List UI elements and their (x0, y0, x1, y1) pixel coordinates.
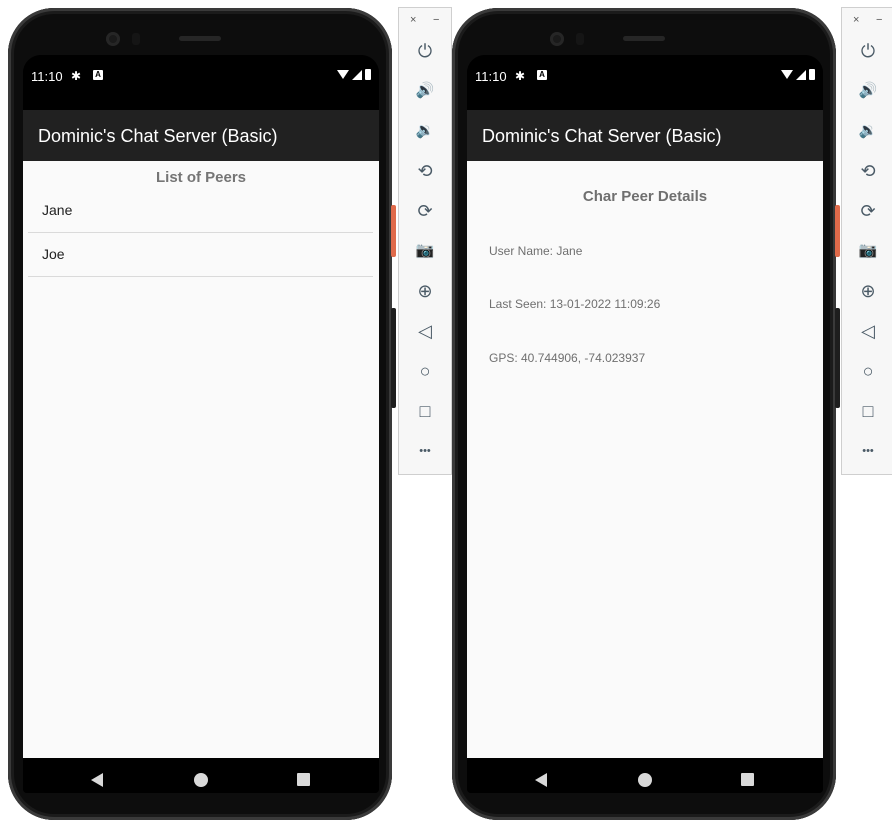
wifi-icon (337, 70, 349, 79)
a-badge-icon: A (93, 70, 103, 80)
app-title: Dominic's Chat Server (Basic) (38, 126, 278, 146)
nav-back-icon[interactable] (91, 773, 103, 787)
signal-icon (796, 69, 806, 80)
volume-down-icon[interactable]: 🔉 (842, 118, 892, 144)
peer-name: Jane (42, 202, 73, 218)
battery-icon (365, 69, 371, 80)
front-camera (106, 32, 120, 46)
zoom-icon[interactable]: ⊕ (842, 278, 892, 304)
a-badge-icon: A (537, 70, 547, 80)
settings-icon: ✱ (515, 69, 526, 83)
volume-down-icon[interactable]: 🔉 (399, 118, 451, 144)
back-icon[interactable]: ◁ (399, 318, 451, 344)
volume-up-icon[interactable]: 🔊 (399, 78, 451, 104)
status-time: 11:10 (475, 69, 507, 84)
volume-side-button[interactable] (835, 308, 840, 408)
wifi-icon (781, 70, 793, 79)
emulator-toolbar-left: × − ⏻ 🔊 🔉 ⟲ ⟳ 📷 ⊕ ◁ ○ □ ••• (398, 7, 452, 475)
home-icon[interactable]: ○ (399, 358, 451, 384)
gps-label: GPS: 40.744906, -74.023937 (489, 351, 646, 365)
earpiece-speaker (623, 36, 665, 41)
user-name-label: User Name: Jane (489, 244, 583, 258)
right-screen: 11:10 ✱ A Dominic's Chat Server (Basic) … (467, 55, 823, 793)
last-seen-label: Last Seen: 13-01-2022 11:09:26 (489, 297, 661, 311)
overview-icon[interactable]: □ (842, 398, 892, 424)
proximity-sensor (132, 33, 140, 45)
left-phone-frame: 11:10 ✱ A Dominic's Chat Server (Basic) … (8, 8, 396, 820)
volume-side-button[interactable] (391, 308, 396, 408)
right-phone-frame: 11:10 ✱ A Dominic's Chat Server (Basic) … (452, 8, 840, 820)
more-icon[interactable]: ••• (842, 438, 892, 464)
rotate-left-icon[interactable]: ⟲ (842, 158, 892, 184)
rotate-right-icon[interactable]: ⟳ (842, 198, 892, 224)
power-icon[interactable]: ⏻ (842, 38, 892, 64)
rotate-right-icon[interactable]: ⟳ (399, 198, 451, 224)
nav-back-icon[interactable] (535, 773, 547, 787)
power-side-button[interactable] (835, 205, 840, 257)
back-icon[interactable]: ◁ (842, 318, 892, 344)
status-time: 11:10 (31, 69, 63, 84)
peer-name: Joe (42, 246, 65, 262)
status-bar: 11:10 ✱ A (23, 55, 379, 110)
close-icon[interactable]: × (853, 14, 859, 26)
app-bar: Dominic's Chat Server (Basic) (23, 110, 379, 161)
left-screen: 11:10 ✱ A Dominic's Chat Server (Basic) … (23, 55, 379, 793)
power-icon[interactable]: ⏻ (399, 38, 451, 64)
peer-list-item[interactable]: Jane (28, 188, 373, 233)
status-bar: 11:10 ✱ A (467, 55, 823, 110)
more-icon[interactable]: ••• (399, 438, 451, 464)
home-icon[interactable]: ○ (842, 358, 892, 384)
details-header: Char Peer Details (582, 188, 708, 205)
minimize-icon[interactable]: − (433, 14, 439, 26)
nav-recents-icon[interactable] (297, 773, 310, 786)
power-side-button[interactable] (391, 205, 396, 257)
peers-list-page: List of Peers Jane Joe (23, 161, 379, 758)
app-title: Dominic's Chat Server (Basic) (482, 126, 722, 146)
nav-home-icon[interactable] (194, 773, 208, 787)
nav-recents-icon[interactable] (741, 773, 754, 786)
peer-details-page: Char Peer Details User Name: Jane Last S… (467, 161, 823, 758)
close-icon[interactable]: × (410, 14, 416, 26)
battery-icon (809, 69, 815, 80)
navigation-bar (23, 758, 379, 793)
earpiece-speaker (179, 36, 221, 41)
minimize-icon[interactable]: − (876, 14, 882, 26)
front-camera (550, 32, 564, 46)
peer-list-item[interactable]: Joe (28, 232, 373, 277)
emulator-toolbar-right: × − ⏻ 🔊 🔉 ⟲ ⟳ 📷 ⊕ ◁ ○ □ ••• (841, 7, 892, 475)
proximity-sensor (576, 33, 584, 45)
rotate-left-icon[interactable]: ⟲ (399, 158, 451, 184)
camera-icon[interactable]: 📷 (842, 238, 892, 264)
nav-home-icon[interactable] (638, 773, 652, 787)
camera-icon[interactable]: 📷 (399, 238, 451, 264)
settings-icon: ✱ (71, 69, 82, 83)
signal-icon (352, 69, 362, 80)
volume-up-icon[interactable]: 🔊 (842, 78, 892, 104)
app-bar: Dominic's Chat Server (Basic) (467, 110, 823, 161)
navigation-bar (467, 758, 823, 793)
overview-icon[interactable]: □ (399, 398, 451, 424)
zoom-icon[interactable]: ⊕ (399, 278, 451, 304)
list-header: List of Peers (155, 169, 247, 186)
